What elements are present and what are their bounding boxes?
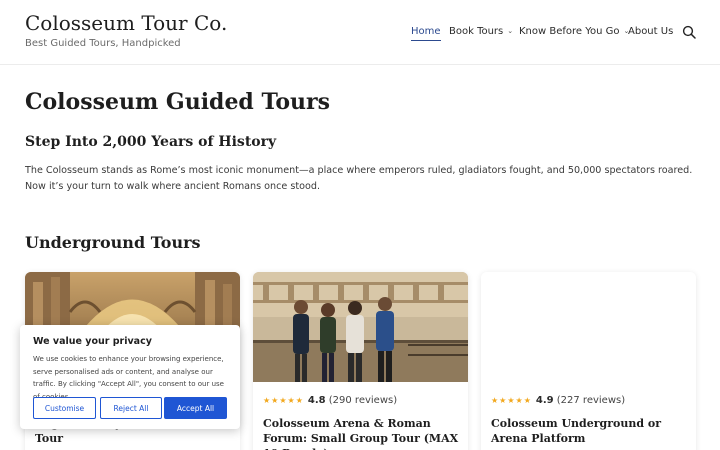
page-title: Colosseum Guided Tours	[25, 89, 330, 115]
nav-item-label: Book Tours	[449, 26, 504, 37]
nav-item-home[interactable]: Home	[411, 26, 441, 41]
star-rating-icon: ★★★★★	[263, 396, 304, 405]
intro-paragraph: The Colosseum stands as Rome’s most icon…	[25, 165, 693, 192]
accept-all-button[interactable]: Accept All	[164, 397, 227, 419]
chevron-down-icon: ⌄	[507, 27, 514, 35]
reject-all-button[interactable]: Reject All	[100, 397, 162, 419]
nav-item-label: Know Before You Go	[519, 26, 620, 37]
rating-summary: ★★★★★ 4.8 (290 reviews)	[263, 395, 397, 406]
site-tagline: Best Guided Tours, Handpicked	[25, 38, 181, 49]
search-icon[interactable]	[682, 25, 696, 39]
nav-item-about-us[interactable]: About Us	[628, 26, 673, 37]
rating-value: 4.8	[307, 395, 326, 406]
nav-item-label: About Us	[628, 26, 674, 37]
nav-item-label: Home	[411, 26, 441, 37]
section-title-underground-tours: Underground Tours	[25, 233, 201, 252]
tour-card-title[interactable]: Colosseum Underground or Arena Platform	[491, 416, 691, 446]
review-count: (290 reviews)	[328, 395, 398, 406]
tour-group-photo[interactable]	[253, 272, 468, 382]
page-subtitle: Step Into 2,000 Years of History	[25, 134, 277, 150]
site-title[interactable]: Colosseum Tour Co.	[25, 11, 227, 35]
cookie-text: We use cookies to enhance your browsing …	[33, 355, 224, 401]
cookie-consent-banner: We value your privacy We use cookies to …	[20, 325, 240, 429]
tour-card-title[interactable]: Colosseum Arena & Roman Forum: Small Gro…	[263, 416, 463, 450]
rating-value: 4.9	[535, 395, 554, 406]
card-image-placeholder[interactable]	[481, 272, 696, 382]
review-count: (227 reviews)	[556, 395, 626, 406]
nav-item-know-before-you-go[interactable]: Know Before You Go ⌄	[519, 26, 629, 37]
tour-card[interactable]: ★★★★★ 4.8 (290 reviews) Colosseum Arena &…	[253, 272, 468, 450]
cookie-title: We value your privacy	[33, 336, 152, 347]
tour-card[interactable]: ★★★★★ 4.9 (227 reviews) Colosseum Undergr…	[481, 272, 696, 450]
star-rating-icon: ★★★★★	[491, 396, 532, 405]
site-header: Colosseum Tour Co. Best Guided Tours, Ha…	[0, 0, 720, 65]
nav-item-book-tours[interactable]: Book Tours ⌄	[449, 26, 513, 37]
rating-summary: ★★★★★ 4.9 (227 reviews)	[491, 395, 625, 406]
customise-button[interactable]: Customise	[33, 397, 96, 419]
